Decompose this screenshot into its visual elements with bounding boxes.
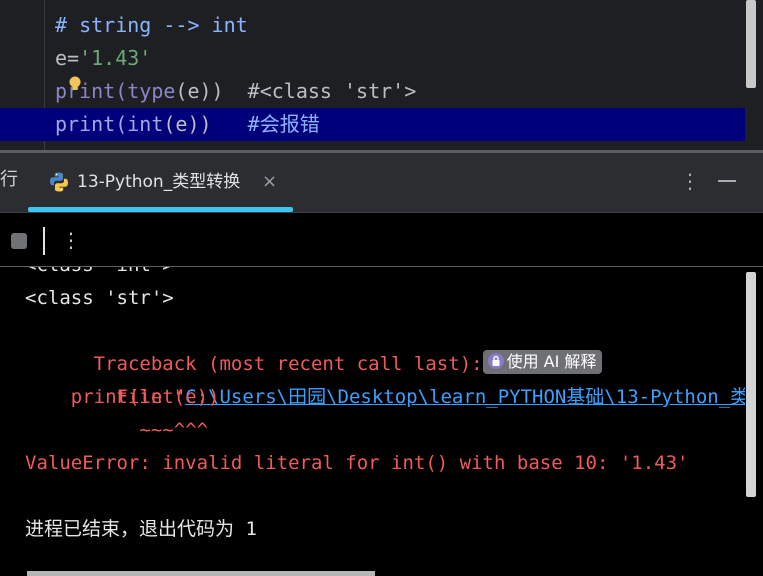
code-builtin: int bbox=[127, 112, 164, 136]
code-token: (e)) bbox=[163, 112, 248, 136]
code-line-3[interactable]: print(type(e)) #<class 'str'> bbox=[0, 75, 745, 108]
code-comment: #<class 'str'> bbox=[247, 79, 417, 103]
toolbar-separator bbox=[43, 227, 45, 255]
minimize-icon[interactable] bbox=[718, 180, 736, 182]
traceback-code-line: print(int(e)) bbox=[25, 386, 220, 408]
code-line-4-highlighted[interactable]: print(int(e)) #会报错 bbox=[0, 108, 745, 141]
console-vertical-scrollbar[interactable] bbox=[746, 272, 756, 497]
run-tool-window-header: 行 13-Python_类型转换 × ⋮ bbox=[0, 153, 763, 212]
tab-run-config[interactable]: 13-Python_类型转换 × bbox=[28, 153, 293, 212]
console-line: <class 'str'> bbox=[25, 287, 174, 309]
tab-title: 13-Python_类型转换 bbox=[77, 172, 241, 192]
error-message: ValueError: invalid literal for int() wi… bbox=[25, 452, 689, 474]
console-horizontal-scrollbar[interactable] bbox=[27, 571, 375, 576]
code-token: e= bbox=[55, 46, 80, 70]
python-icon bbox=[48, 171, 70, 193]
file-line: File "C:\Users\田园\Desktop\learn_PYTHON基础… bbox=[25, 348, 745, 408]
code-token: (e)) bbox=[175, 79, 248, 103]
tool-window-title-fragment: 行 bbox=[0, 169, 18, 190]
editor-scrollbar[interactable] bbox=[746, 0, 756, 88]
code-editor[interactable]: # string --> int e='1.43' print(type(e))… bbox=[0, 0, 763, 150]
traceback-caret-line: ~~~^^^ bbox=[25, 419, 209, 441]
code-builtin: type bbox=[127, 79, 176, 103]
run-toolbar: ⋮ bbox=[0, 212, 763, 267]
more-actions-icon[interactable]: ⋮ bbox=[61, 227, 81, 253]
lightbulb-icon[interactable] bbox=[68, 76, 82, 92]
ide-window: # string --> int e='1.43' print(type(e))… bbox=[0, 0, 763, 576]
code-comment: # string --> int bbox=[55, 13, 248, 37]
more-options-icon[interactable]: ⋮ bbox=[680, 168, 700, 194]
stop-icon[interactable] bbox=[11, 233, 27, 249]
code-line-1[interactable]: # string --> int bbox=[0, 9, 745, 42]
code-comment: #会报错 bbox=[247, 112, 320, 136]
exit-message: 进程已结束，退出代码为 1 bbox=[25, 518, 257, 540]
close-icon[interactable]: × bbox=[262, 171, 277, 193]
code-line-2[interactable]: e='1.43' bbox=[0, 42, 745, 75]
console-line-partial: <class 'int'> bbox=[25, 267, 174, 282]
code-token: print( bbox=[55, 112, 128, 136]
code-token: print( bbox=[55, 79, 128, 103]
traceback-line: Traceback (most recent call last): 使用 AI … bbox=[25, 315, 603, 375]
file-path-link[interactable]: C:\Users\田园\Desktop\learn_PYTHON基础\13-Py… bbox=[185, 386, 745, 408]
console-output[interactable]: <class 'int'> <class 'str'> Traceback (m… bbox=[0, 267, 745, 576]
code-string: '1.43' bbox=[79, 46, 152, 70]
